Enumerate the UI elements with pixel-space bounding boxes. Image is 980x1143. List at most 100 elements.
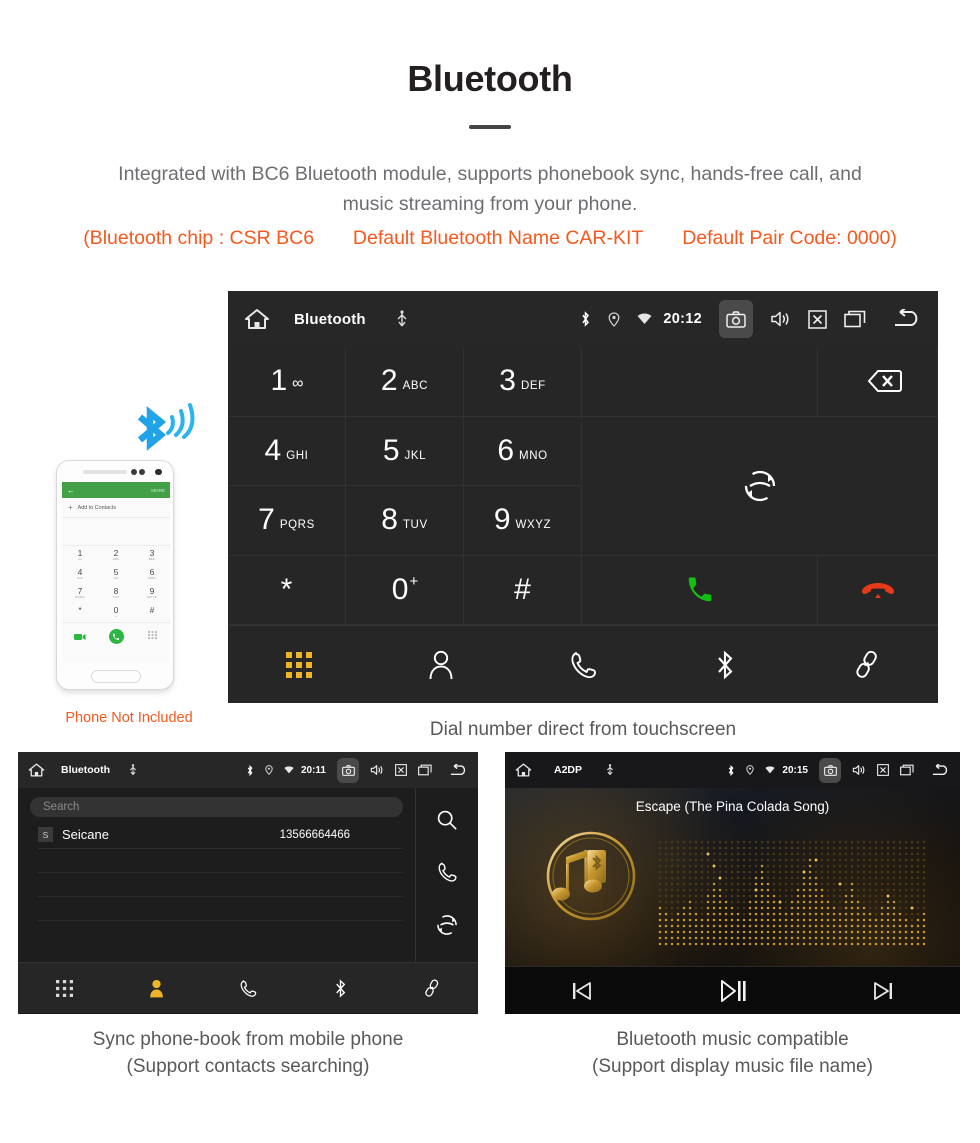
hangup-icon [862,582,894,598]
location-icon [265,765,273,775]
dial-key-5[interactable]: 5 JKL [346,416,464,486]
music-caption: Bluetooth music compatible (Support disp… [505,1026,960,1080]
audio-transfer-icon [744,470,776,501]
dialer-screen: Bluetooth 20:12 1 ∞ 2 ABC 3 DEF 4 GHI 5 … [228,291,938,703]
backspace-button[interactable] [818,347,938,417]
dial-key-9[interactable]: 9 WXYZ [464,486,582,556]
recents-icon[interactable] [844,310,866,328]
phone-key: * [78,605,82,615]
contacts-caption-line-1: Sync phone-book from mobile phone [92,1029,404,1050]
volume-icon[interactable] [852,764,866,776]
dial-key-hash[interactable]: # [464,555,582,625]
home-icon[interactable] [244,307,270,331]
previous-track-button[interactable] [505,980,657,1002]
tab-keypad[interactable] [18,979,110,997]
contact-initial-badge: S [38,827,53,842]
recents-icon[interactable] [900,764,914,776]
sync-icon [437,915,457,935]
intro-line-2: music streaming from your phone. [342,193,638,215]
phone-key: 5 JKL [113,567,119,580]
dial-key-4[interactable]: 4 GHI [228,416,346,486]
next-track-button[interactable] [808,980,960,1002]
phone-key: 0 + [113,605,119,618]
camera-icon[interactable] [819,757,841,783]
volume-icon[interactable] [370,764,384,776]
clock-label: 20:11 [300,764,326,776]
dial-key-7[interactable]: 7 PQRS [228,486,346,556]
dialpad: 1 ∞ 2 ABC 3 DEF 4 GHI 5 JKL 6 MNO 7 PQRS… [228,347,938,625]
tab-keypad[interactable] [228,651,370,678]
contact-row[interactable]: S Seicane 13566664466 [38,821,403,849]
statusbar-right: 20:12 [563,300,922,338]
close-icon[interactable] [808,309,827,329]
phone-keypad: 1 oo 2 ABC 3 DEF 4 GHI 5 JKL 6 MNO 7 PQRS 8 TUV … [62,546,170,622]
music-bluetooth-logo [546,831,636,921]
phone-earpiece [83,470,127,474]
tab-link[interactable] [796,650,938,680]
music-player-body: Escape (The Pina Colada Song) [505,788,960,966]
contact-row-empty [38,873,403,897]
call-circle [108,629,124,644]
search-icon [437,810,457,830]
phone-videocall-icon [62,633,98,641]
close-icon[interactable] [877,764,889,776]
audio-transfer-button[interactable] [582,416,938,556]
page-root: Bluetooth Integrated with BC6 Bluetooth … [0,0,980,1143]
call-button[interactable] [436,861,458,888]
dial-key-digit: 2 [380,364,398,398]
tab-call-log[interactable] [512,650,654,680]
voicemail-icon: ∞ [292,375,303,393]
tab-bluetooth[interactable] [294,978,386,998]
phone-app-bar: ← MORE [62,482,170,498]
phone-key-sub: PQRS [75,595,85,599]
dial-key-8[interactable]: 8 TUV [346,486,464,556]
dial-key-6[interactable]: 6 MNO [464,416,582,486]
phone-key-sub: GHI [77,576,83,580]
home-icon[interactable] [28,762,45,778]
tab-call-log[interactable] [202,979,294,998]
dial-key-1[interactable]: 1 ∞ [228,347,346,417]
music-statusbar: A2DP 20:15 [505,752,960,788]
number-display-field[interactable] [582,347,818,417]
dial-key-3[interactable]: 3 DEF [464,347,582,417]
back-icon[interactable] [931,763,950,777]
smartphone-body: ← MORE + Add to Contacts 1 oo 2 ABC 3 DEF 4… [56,460,174,690]
phone-key: 1 oo [77,548,83,561]
equalizer-visualizer [658,840,926,946]
dial-key-0[interactable]: 0 + [346,555,464,625]
link-icon [856,650,877,678]
tab-link[interactable] [386,979,478,998]
tab-contacts[interactable] [110,979,202,998]
phone-key: 4 GHI [77,567,83,580]
sync-button[interactable] [436,914,458,941]
dial-key-star[interactable]: * [228,555,346,625]
hangup-button[interactable] [818,555,938,625]
keypad-icon [147,631,157,639]
phone-key: 7 PQRS [75,586,85,599]
call-button[interactable] [582,555,818,625]
play-pause-button[interactable] [657,978,809,1004]
back-icon[interactable] [449,763,468,777]
dial-key-letters: TUV [402,519,428,532]
tab-bluetooth[interactable] [654,650,796,680]
search-button[interactable] [436,809,458,836]
camera-icon[interactable] [719,300,753,338]
dial-key-2[interactable]: 2 ABC [346,347,464,417]
dial-key-digit: # [514,572,531,606]
recents-icon[interactable] [418,764,432,776]
phone-key-sub: MNO [148,576,156,580]
close-icon[interactable] [395,764,407,776]
video-icon [74,633,86,640]
home-icon[interactable] [515,762,532,778]
back-icon[interactable] [892,309,922,329]
camera-icon[interactable] [337,757,359,783]
phone-key-sub: oo [78,557,82,561]
tab-contacts[interactable] [370,650,512,680]
phone-key-sub: + [115,614,117,618]
volume-icon[interactable] [770,310,791,328]
phone-number-field [62,518,170,546]
contact-name: Seicane [62,827,109,842]
search-input[interactable]: Search [30,797,403,817]
phone-home-button [91,670,141,683]
wifi-icon [765,766,776,774]
